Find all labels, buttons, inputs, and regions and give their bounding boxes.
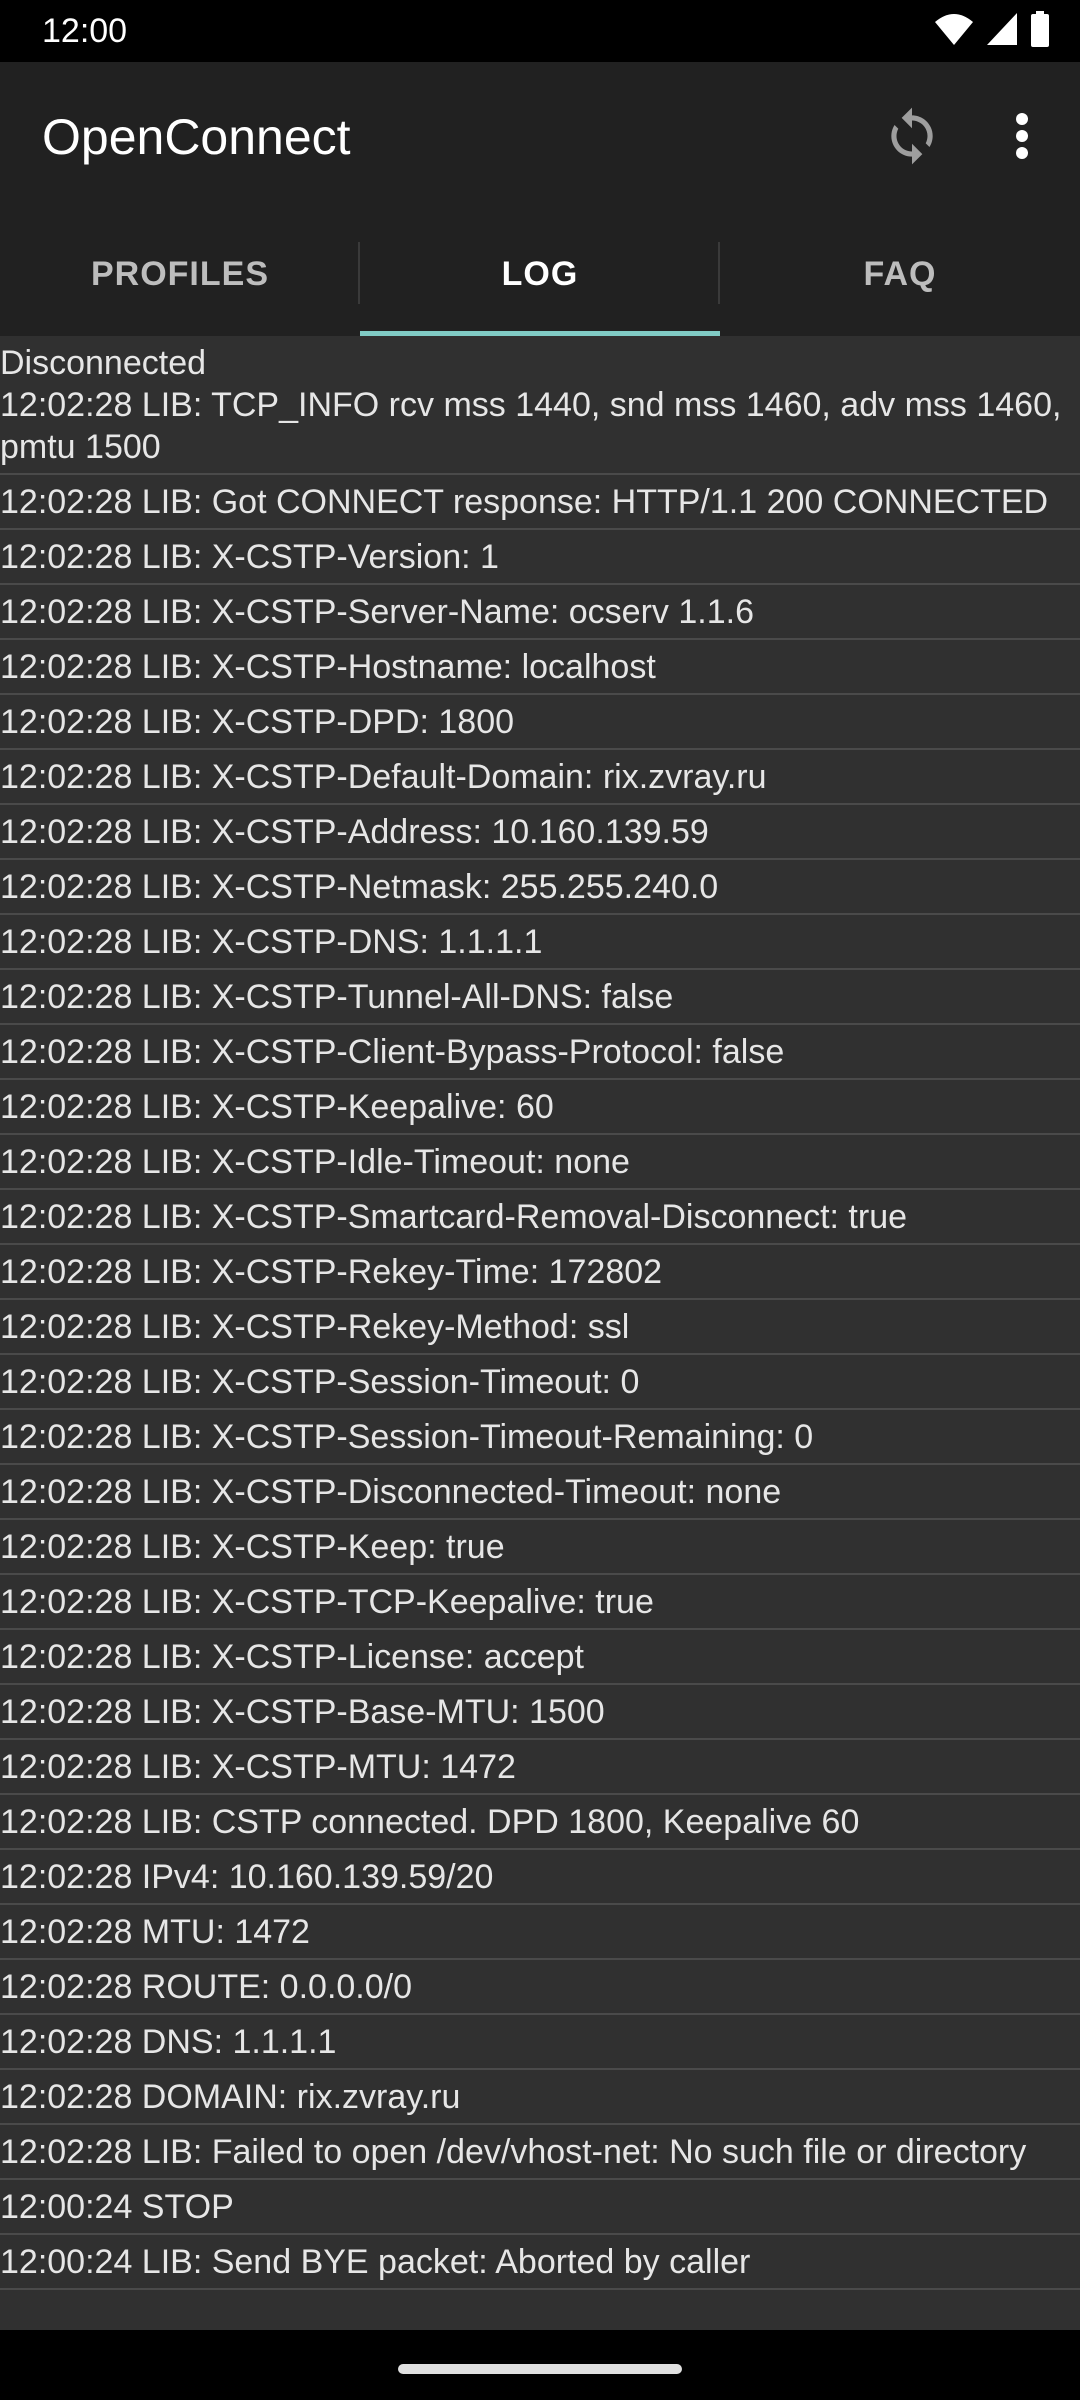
log-entry: 12:02:28 DNS: 1.1.1.1 (0, 2015, 1080, 2070)
log-list[interactable]: Disconnected 12:02:28 LIB: TCP_INFO rcv … (0, 336, 1080, 2330)
log-entry: 12:02:28 LIB: Failed to open /dev/vhost-… (0, 2125, 1080, 2180)
app-bar: OpenConnect (0, 62, 1080, 212)
more-options-button[interactable] (986, 102, 1058, 174)
tab-label: LOG (501, 254, 579, 293)
log-entry: 12:02:28 LIB: X-CSTP-Rekey-Method: ssl (0, 1300, 1080, 1355)
log-entry: 12:02:28 LIB: X-CSTP-Default-Domain: rix… (0, 750, 1080, 805)
log-entry: 12:02:28 LIB: X-CSTP-DPD: 1800 (0, 695, 1080, 750)
battery-icon (1030, 10, 1050, 52)
log-entry: 12:02:28 LIB: X-CSTP-License: accept (0, 1630, 1080, 1685)
log-entry: 12:02:28 LIB: TCP_INFO rcv mss 1440, snd… (0, 384, 1080, 475)
tab-profiles[interactable]: PROFILES (0, 212, 360, 336)
log-entry: 12:02:28 LIB: X-CSTP-Disconnected-Timeou… (0, 1465, 1080, 1520)
log-entry: 12:02:28 ROUTE: 0.0.0.0/0 (0, 1960, 1080, 2015)
status-icons (934, 10, 1050, 52)
log-entry: 12:02:28 LIB: X-CSTP-TCP-Keepalive: true (0, 1575, 1080, 1630)
tab-label: PROFILES (90, 254, 270, 293)
signal-icon (986, 12, 1018, 51)
navigation-bar (0, 2330, 1080, 2400)
log-entry: 12:02:28 LIB: X-CSTP-Keep: true (0, 1520, 1080, 1575)
log-entry: 12:02:28 LIB: X-CSTP-Session-Timeout-Rem… (0, 1410, 1080, 1465)
tab-bar: PROFILES LOG FAQ (0, 212, 1080, 336)
status-time: 12:00 (42, 12, 128, 50)
log-entry: 12:02:28 LIB: X-CSTP-DNS: 1.1.1.1 (0, 915, 1080, 970)
log-entry: 12:02:28 MTU: 1472 (0, 1905, 1080, 1960)
log-entry: 12:00:24 LIB: Send BYE packet: Aborted b… (0, 2235, 1080, 2290)
log-entry: 12:02:28 DOMAIN: rix.zvray.ru (0, 2070, 1080, 2125)
log-entry: 12:02:28 LIB: X-CSTP-Keepalive: 60 (0, 1080, 1080, 1135)
home-gesture-handle[interactable] (398, 2364, 682, 2374)
log-entry: 12:02:28 LIB: X-CSTP-Session-Timeout: 0 (0, 1355, 1080, 1410)
wifi-icon (934, 12, 974, 51)
log-entry: 12:02:28 LIB: X-CSTP-Client-Bypass-Proto… (0, 1025, 1080, 1080)
log-entry: 12:02:28 LIB: X-CSTP-Tunnel-All-DNS: fal… (0, 970, 1080, 1025)
more-vert-icon (1014, 111, 1030, 166)
refresh-button[interactable] (876, 102, 948, 174)
log-entry: 12:02:28 LIB: X-CSTP-MTU: 1472 (0, 1740, 1080, 1795)
log-entry: 12:02:28 LIB: CSTP connected. DPD 1800, … (0, 1795, 1080, 1850)
log-entry: 12:02:28 LIB: X-CSTP-Version: 1 (0, 530, 1080, 585)
log-entry: 12:02:28 LIB: X-CSTP-Rekey-Time: 172802 (0, 1245, 1080, 1300)
status-bar: 12:00 (0, 0, 1080, 62)
connection-status: Disconnected (0, 344, 207, 382)
log-entry: 12:00:24 STOP (0, 2180, 1080, 2235)
log-entries: 12:02:28 LIB: TCP_INFO rcv mss 1440, snd… (0, 384, 1080, 2290)
tab-log[interactable]: LOG (360, 212, 720, 336)
tab-label: FAQ (863, 254, 937, 293)
log-entry: 12:02:28 LIB: X-CSTP-Netmask: 255.255.24… (0, 860, 1080, 915)
log-entry: 12:02:28 LIB: Got CONNECT response: HTTP… (0, 475, 1080, 530)
log-entry: 12:02:28 IPv4: 10.160.139.59/20 (0, 1850, 1080, 1905)
log-entry: 12:02:28 LIB: X-CSTP-Server-Name: ocserv… (0, 585, 1080, 640)
tab-faq[interactable]: FAQ (720, 212, 1080, 336)
log-entry: 12:02:28 LIB: X-CSTP-Idle-Timeout: none (0, 1135, 1080, 1190)
refresh-icon (881, 105, 943, 172)
log-entry: 12:02:28 LIB: X-CSTP-Hostname: localhost (0, 640, 1080, 695)
app-title: OpenConnect (42, 109, 351, 165)
log-entry: 12:02:28 LIB: X-CSTP-Base-MTU: 1500 (0, 1685, 1080, 1740)
log-entry: 12:02:28 LIB: X-CSTP-Address: 10.160.139… (0, 805, 1080, 860)
log-entry: 12:02:28 LIB: X-CSTP-Smartcard-Removal-D… (0, 1190, 1080, 1245)
